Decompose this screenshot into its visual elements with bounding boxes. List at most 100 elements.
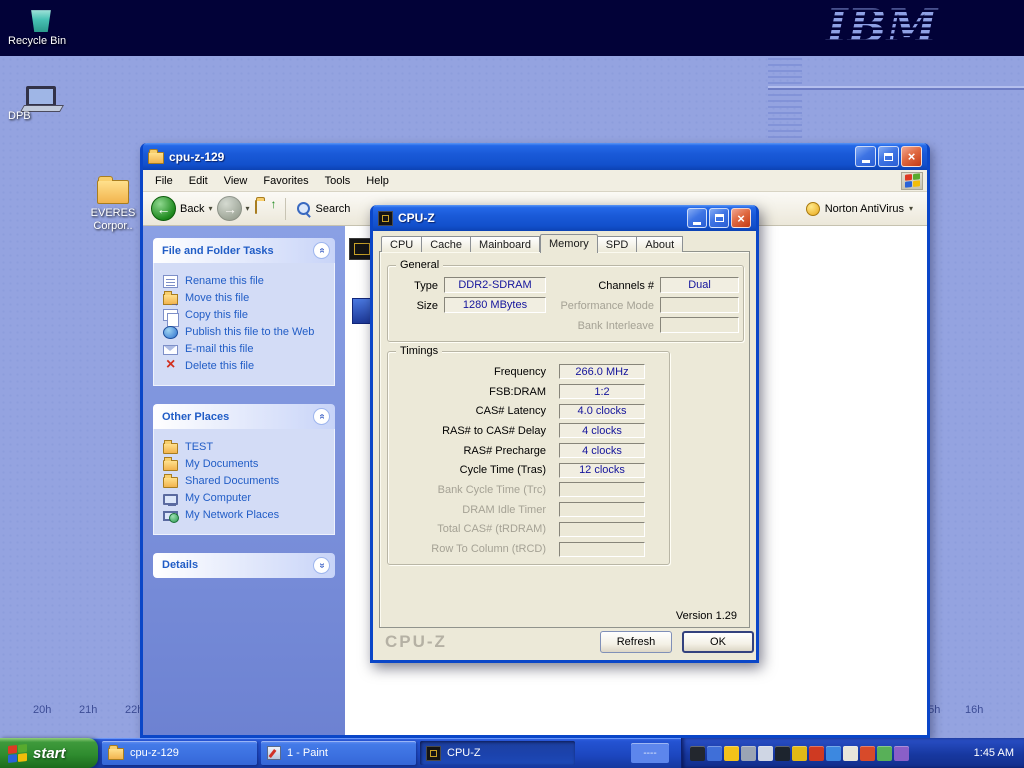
timing-label: CAS# Latency <box>396 405 546 417</box>
minimize-button[interactable] <box>855 146 876 167</box>
ok-button[interactable]: OK <box>682 631 754 653</box>
task-copy-file[interactable]: Copy this file <box>163 309 328 322</box>
tab-cpu[interactable]: CPU <box>381 236 422 252</box>
taskbar-clock[interactable]: 1:45 AM <box>968 747 1014 759</box>
cpuz-window: CPU-Z × CPU Cache Mainboard Memory SPD A… <box>370 205 759 663</box>
bank-interleave-label: Bank Interleave <box>548 320 654 332</box>
desktop-icon-dpb[interactable]: DPB <box>8 86 74 107</box>
type-field[interactable]: DDR2-SDRAM <box>444 277 546 293</box>
collapse-chevron-icon[interactable]: » <box>313 408 330 425</box>
taskbar-button-cpuz[interactable]: CPU-Z <box>420 741 575 765</box>
tab-about[interactable]: About <box>637 236 683 252</box>
search-label: Search <box>316 203 351 215</box>
timing-field[interactable]: 4 clocks <box>559 423 645 438</box>
timing-label: RAS# to CAS# Delay <box>396 425 546 437</box>
type-label: Type <box>398 280 438 292</box>
minimize-button[interactable] <box>687 208 707 228</box>
timezone-label: 16h <box>965 704 983 716</box>
tab-cache[interactable]: Cache <box>422 236 471 252</box>
up-button[interactable] <box>255 201 275 217</box>
file-folder-tasks-header[interactable]: File and Folder Tasks » <box>153 238 335 263</box>
maximize-button[interactable] <box>878 146 899 167</box>
menu-tools[interactable]: Tools <box>317 172 359 190</box>
menu-view[interactable]: View <box>216 172 256 190</box>
close-button[interactable]: × <box>731 208 751 228</box>
window-folder-icon <box>148 152 164 164</box>
forward-button[interactable]: → ▾ <box>217 196 249 221</box>
volume-icon[interactable] <box>758 746 773 761</box>
desktop-icon-recycle-bin[interactable]: Recycle Bin <box>8 4 74 32</box>
file-folder-tasks-panel: File and Folder Tasks » Rename this file… <box>153 238 335 386</box>
timing-row: Row To Column (tRCD) <box>396 539 661 559</box>
safely-remove-icon[interactable] <box>741 746 756 761</box>
place-my-documents[interactable]: My Documents <box>163 458 328 471</box>
scheduler-icon[interactable] <box>843 746 858 761</box>
timing-field[interactable]: 12 clocks <box>559 463 645 478</box>
network-icon[interactable] <box>826 746 841 761</box>
folder-icon <box>163 477 178 488</box>
other-places-panel: Other Places » TEST My Documents <box>153 404 335 534</box>
back-icon: ← <box>151 196 176 221</box>
search-button[interactable]: Search <box>296 201 351 216</box>
back-button[interactable]: ← Back ▾ <box>151 196 212 221</box>
taskbar-button-explorer[interactable]: cpu-z-129 <box>102 741 257 765</box>
keyboard-layout-icon[interactable] <box>690 746 705 761</box>
place-shared-documents[interactable]: Shared Documents <box>163 475 328 488</box>
details-header[interactable]: Details » <box>153 553 335 578</box>
task-rename-file[interactable]: Rename this file <box>163 275 328 288</box>
general-groupbox: General Type DDR2-SDRAM Size 1280 MBytes… <box>387 265 744 342</box>
channels-field[interactable]: Dual <box>660 277 739 293</box>
clock-sync-icon[interactable] <box>894 746 909 761</box>
close-button[interactable]: × <box>901 146 922 167</box>
tab-mainboard[interactable]: Mainboard <box>471 236 540 252</box>
timing-field[interactable]: 1:2 <box>559 384 645 399</box>
timing-field[interactable]: 266.0 MHz <box>559 364 645 379</box>
taskbar-button-paint[interactable]: 1 - Paint <box>261 741 416 765</box>
antivirus-icon[interactable] <box>792 746 807 761</box>
computer-icon <box>163 494 178 505</box>
timing-label: Cycle Time (Tras) <box>396 464 546 476</box>
menu-edit[interactable]: Edit <box>181 172 216 190</box>
desktop-icon-everest-folder[interactable]: EVERES Corpor.. <box>82 180 144 204</box>
windows-logo-icon <box>901 172 923 190</box>
envelope-icon <box>163 345 178 355</box>
update-icon[interactable] <box>809 746 824 761</box>
menu-help[interactable]: Help <box>358 172 397 190</box>
timing-row: Bank Cycle Time (Trc) <box>396 480 661 500</box>
messenger-icon[interactable] <box>724 746 739 761</box>
timing-field <box>559 522 645 537</box>
timing-field[interactable]: 4.0 clocks <box>559 404 645 419</box>
task-delete-file[interactable]: Delete this file <box>163 359 328 373</box>
expand-chevron-icon[interactable]: » <box>313 557 330 574</box>
menu-favorites[interactable]: Favorites <box>255 172 316 190</box>
tab-memory[interactable]: Memory <box>540 234 598 253</box>
size-field[interactable]: 1280 MBytes <box>444 297 546 313</box>
graphics-icon[interactable] <box>877 746 892 761</box>
explorer-titlebar[interactable]: cpu-z-129 × <box>143 143 927 170</box>
start-button[interactable]: start <box>0 738 98 768</box>
menu-file[interactable]: File <box>147 172 181 190</box>
display-settings-icon[interactable] <box>707 746 722 761</box>
other-places-header[interactable]: Other Places » <box>153 404 335 429</box>
channels-label: Channels # <box>572 280 654 292</box>
place-test[interactable]: TEST <box>163 441 328 454</box>
firewall-icon[interactable] <box>860 746 875 761</box>
place-my-network-places[interactable]: My Network Places <box>163 509 328 522</box>
maximize-button[interactable] <box>709 208 729 228</box>
tab-spd[interactable]: SPD <box>598 236 638 252</box>
timing-field[interactable]: 4 clocks <box>559 443 645 458</box>
task-email-file[interactable]: E-mail this file <box>163 343 328 356</box>
task-publish-file[interactable]: Publish this file to the Web <box>163 326 328 339</box>
norton-antivirus-button[interactable]: Norton AntiVirus ▾ <box>806 202 919 216</box>
everest-label: EVERES Corpor.. <box>82 207 144 232</box>
timing-row: RAS# to CAS# Delay 4 clocks <box>396 421 661 441</box>
timing-field <box>559 482 645 497</box>
place-my-computer[interactable]: My Computer <box>163 492 328 505</box>
move-folder-icon <box>163 294 178 305</box>
refresh-button[interactable]: Refresh <box>600 631 672 653</box>
cpuz-titlebar[interactable]: CPU-Z × <box>373 205 756 231</box>
task-monitor-icon[interactable] <box>775 746 790 761</box>
task-move-file[interactable]: Move this file <box>163 292 328 305</box>
taskbar-overflow-button[interactable]: ---- <box>631 743 669 763</box>
collapse-chevron-icon[interactable]: » <box>313 242 330 259</box>
